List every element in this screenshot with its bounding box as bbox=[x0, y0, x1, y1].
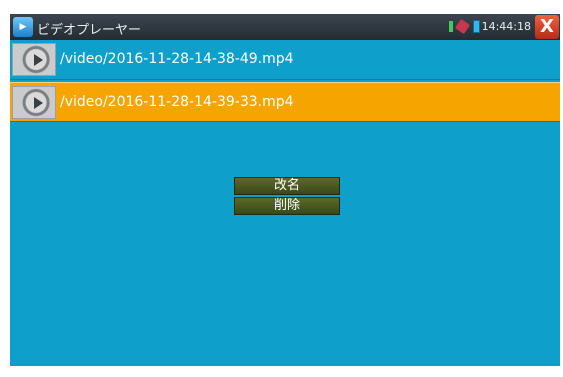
status-area: 14:44:18 X bbox=[430, 14, 560, 40]
status-clock: 14:44:18 bbox=[481, 20, 531, 33]
file-row-1[interactable]: /video/2016-11-28-14-38-49.mp4 bbox=[10, 40, 560, 80]
rename-button[interactable]: 改名 bbox=[234, 177, 340, 195]
context-menu: 改名 削除 bbox=[234, 177, 340, 217]
file-row-2-selected[interactable]: /video/2016-11-28-14-39-33.mp4 bbox=[10, 82, 560, 122]
video-thumbnail-icon bbox=[12, 43, 56, 76]
video-app-icon[interactable]: ▶ bbox=[13, 17, 33, 37]
app-title: ビデオプレーヤー bbox=[37, 23, 142, 38]
delete-button[interactable]: 削除 bbox=[234, 197, 340, 215]
usb-plug-icon bbox=[454, 18, 471, 35]
bottom-bezel bbox=[10, 366, 560, 377]
screen: ▶ ビデオプレーヤー 14:44:18 X /video/2016-11-28-… bbox=[10, 14, 560, 366]
title-bar: ▶ ビデオプレーヤー 14:44:18 X bbox=[10, 14, 560, 40]
signal-indicator-icon bbox=[449, 21, 453, 32]
video-thumbnail-icon bbox=[12, 86, 56, 119]
battery-icon bbox=[473, 20, 480, 33]
file-name: /video/2016-11-28-14-39-33.mp4 bbox=[60, 94, 294, 110]
file-name: /video/2016-11-28-14-38-49.mp4 bbox=[60, 51, 294, 67]
close-button[interactable]: X bbox=[535, 15, 559, 39]
device-frame: ▶ ビデオプレーヤー 14:44:18 X /video/2016-11-28-… bbox=[0, 0, 563, 377]
